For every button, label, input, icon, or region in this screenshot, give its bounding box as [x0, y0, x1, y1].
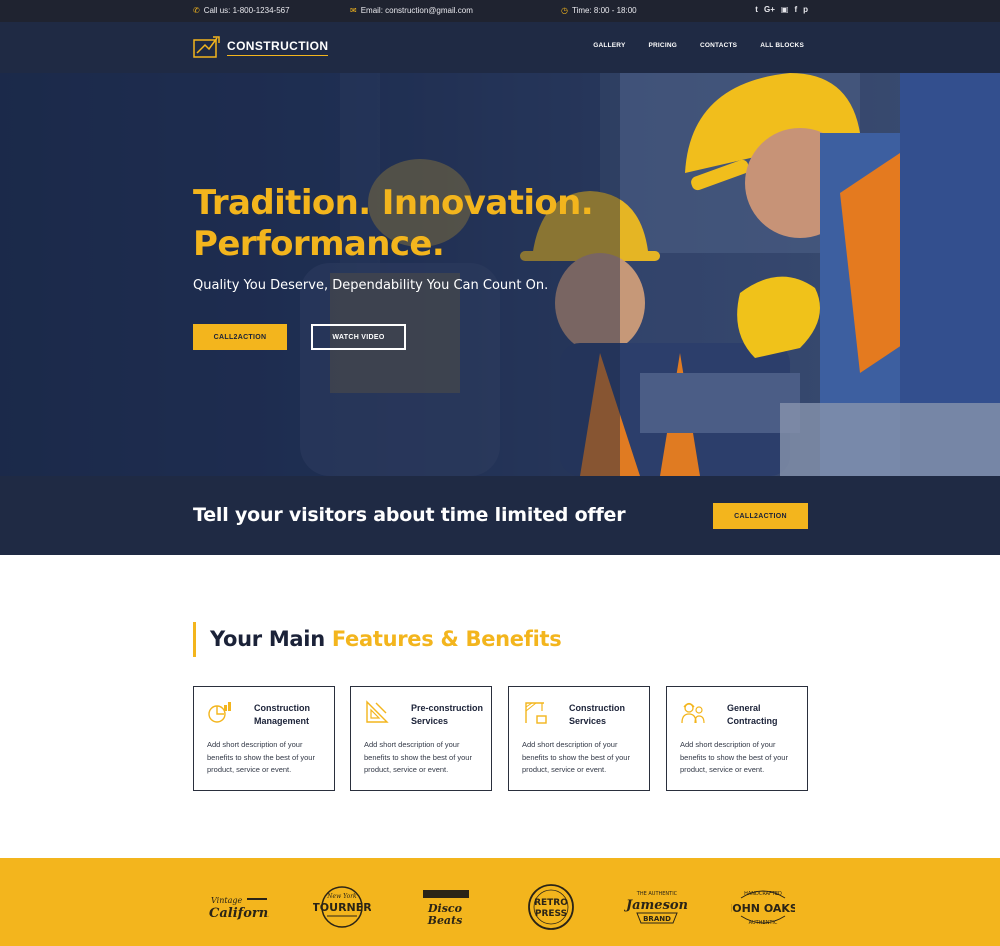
brand-logo-california[interactable]: Vintage California — [205, 884, 271, 930]
clock-icon: ◷ — [561, 5, 568, 15]
envelope-icon: ✉ — [350, 5, 357, 15]
hours-text: Time: 8:00 - 18:00 — [571, 6, 637, 15]
feature-card-description: Add short description of your benefits t… — [522, 740, 630, 774]
facebook-icon[interactable]: f — [794, 5, 797, 14]
brand-logo-john-oaks[interactable]: HANDCRAFTED JOHN OAKS AUTHENTIC — [730, 884, 796, 930]
chart-icon — [208, 702, 231, 723]
pinterest-icon[interactable]: p — [803, 5, 808, 14]
feature-card-description: Add short description of your benefits t… — [680, 740, 788, 774]
features-heading: Your Main Features & Benefits — [193, 622, 562, 657]
svg-text:THE AUTHENTIC: THE AUTHENTIC — [636, 891, 678, 897]
nav-item-contacts[interactable]: CONTACTS — [700, 42, 737, 49]
google-plus-icon[interactable]: G+ — [764, 5, 775, 14]
feature-card-title: Construction Services — [569, 703, 625, 726]
offer-text: Tell your visitors about time limited of… — [193, 504, 626, 526]
nav-item-pricing[interactable]: PRICING — [648, 42, 677, 49]
feature-card-title: Construction Management — [254, 703, 310, 726]
nav-item-gallery[interactable]: GALLERY — [593, 42, 625, 49]
brand-logo-disco-beats[interactable]: Disco Beats — [414, 884, 478, 930]
svg-text:JOHN OAKS: JOHN OAKS — [731, 902, 795, 915]
hero-workers-image — [0, 73, 1000, 476]
hero-cta-button[interactable]: CALL2ACTION — [193, 324, 287, 350]
watch-video-button[interactable]: WATCH VIDEO — [311, 324, 406, 350]
blueprint-logo-icon — [193, 36, 220, 58]
twitter-icon[interactable]: t — [755, 5, 758, 14]
feature-card-construction-management[interactable]: Construction Management Add short descri… — [193, 686, 335, 791]
hero-title-line2: Performance. — [193, 224, 445, 264]
brand-name: CONSTRUCTION — [227, 39, 329, 56]
feature-card-description: Add short description of your benefits t… — [207, 740, 315, 774]
email-info[interactable]: ✉ Email: construction@gmail.com — [350, 6, 473, 15]
svg-text:RETRO: RETRO — [534, 898, 568, 908]
jameson-logo-image: THE AUTHENTIC Jameson BRAND — [623, 891, 688, 924]
feature-card-title: General Contracting — [727, 703, 778, 726]
svg-text:California: California — [209, 906, 269, 921]
features-heading-plain: Your Main — [210, 627, 325, 651]
hero-subtitle: Quality You Deserve, Dependability You C… — [193, 278, 549, 293]
svg-text:BRAND: BRAND — [643, 915, 671, 923]
tourner-logo-image: New York TOURNER — [313, 886, 371, 928]
workers-icon — [681, 702, 705, 724]
instagram-icon[interactable]: ▣ — [781, 5, 789, 14]
features-heading-accent: Features & Benefits — [331, 627, 562, 651]
ruler-icon — [366, 700, 389, 723]
brand-logo-jameson[interactable]: THE AUTHENTIC Jameson BRAND — [622, 884, 692, 930]
feature-card-construction-services[interactable]: Construction Services Add short descript… — [508, 686, 650, 791]
phone-icon: ✆ — [193, 5, 200, 15]
hours-info: ◷ Time: 8:00 - 18:00 — [561, 6, 637, 15]
hero-title-line1: Tradition. Innovation. — [193, 183, 594, 223]
phone-text: Call us: 1-800-1234-567 — [203, 6, 290, 15]
feature-card-general-contracting[interactable]: General Contracting Add short descriptio… — [666, 686, 808, 791]
offer-banner: Tell your visitors about time limited of… — [0, 476, 1000, 555]
hero-section: Tradition. Innovation. Performance. Qual… — [0, 73, 1000, 476]
offer-cta-button[interactable]: CALL2ACTION — [713, 503, 808, 529]
main-navbar: CONSTRUCTION GALLERY PRICING CONTACTS AL… — [0, 22, 1000, 73]
brand-logo-tourner[interactable]: New York TOURNER — [312, 884, 372, 930]
svg-text:AUTHENTIC: AUTHENTIC — [749, 920, 778, 926]
email-text: Email: construction@gmail.com — [360, 6, 473, 15]
svg-text:PRESS: PRESS — [535, 909, 567, 919]
california-logo-image: Vintage California — [209, 896, 269, 921]
feature-card-pre-construction[interactable]: Pre-construction Services Add short desc… — [350, 686, 492, 791]
svg-text:Vintage: Vintage — [211, 896, 242, 905]
svg-text:HANDCRAFTED: HANDCRAFTED — [744, 891, 782, 897]
phone-info[interactable]: ✆ Call us: 1-800-1234-567 — [193, 6, 290, 15]
disco-beats-logo-image: Disco Beats — [423, 890, 469, 927]
feature-card-description: Add short description of your benefits t… — [364, 740, 472, 774]
top-info-bar: ✆ Call us: 1-800-1234-567 ✉ Email: const… — [0, 0, 1000, 22]
social-links: t G+ ▣ f p — [755, 5, 808, 14]
brand-logo-retro-press[interactable]: RETRO PRESS — [522, 884, 580, 930]
brand-logos-strip: Vintage California New York TOURNER Disc… — [0, 858, 1000, 946]
retro-press-logo-image: RETRO PRESS — [528, 884, 574, 930]
feature-card-title: Pre-construction Services — [411, 703, 484, 726]
brand-logo[interactable]: CONSTRUCTION — [193, 35, 329, 59]
svg-text:Jameson: Jameson — [623, 898, 688, 913]
hero-title: Tradition. Innovation. Performance. — [193, 183, 594, 265]
svg-text:New York: New York — [326, 893, 357, 900]
crane-icon — [525, 702, 547, 724]
svg-text:Beats: Beats — [427, 914, 463, 927]
nav-item-all-blocks[interactable]: ALL BLOCKS — [760, 42, 804, 49]
john-oaks-logo-image: HANDCRAFTED JOHN OAKS AUTHENTIC — [731, 890, 795, 926]
nav-menu: GALLERY PRICING CONTACTS ALL BLOCKS — [593, 42, 804, 49]
svg-text:TOURNER: TOURNER — [313, 901, 371, 914]
